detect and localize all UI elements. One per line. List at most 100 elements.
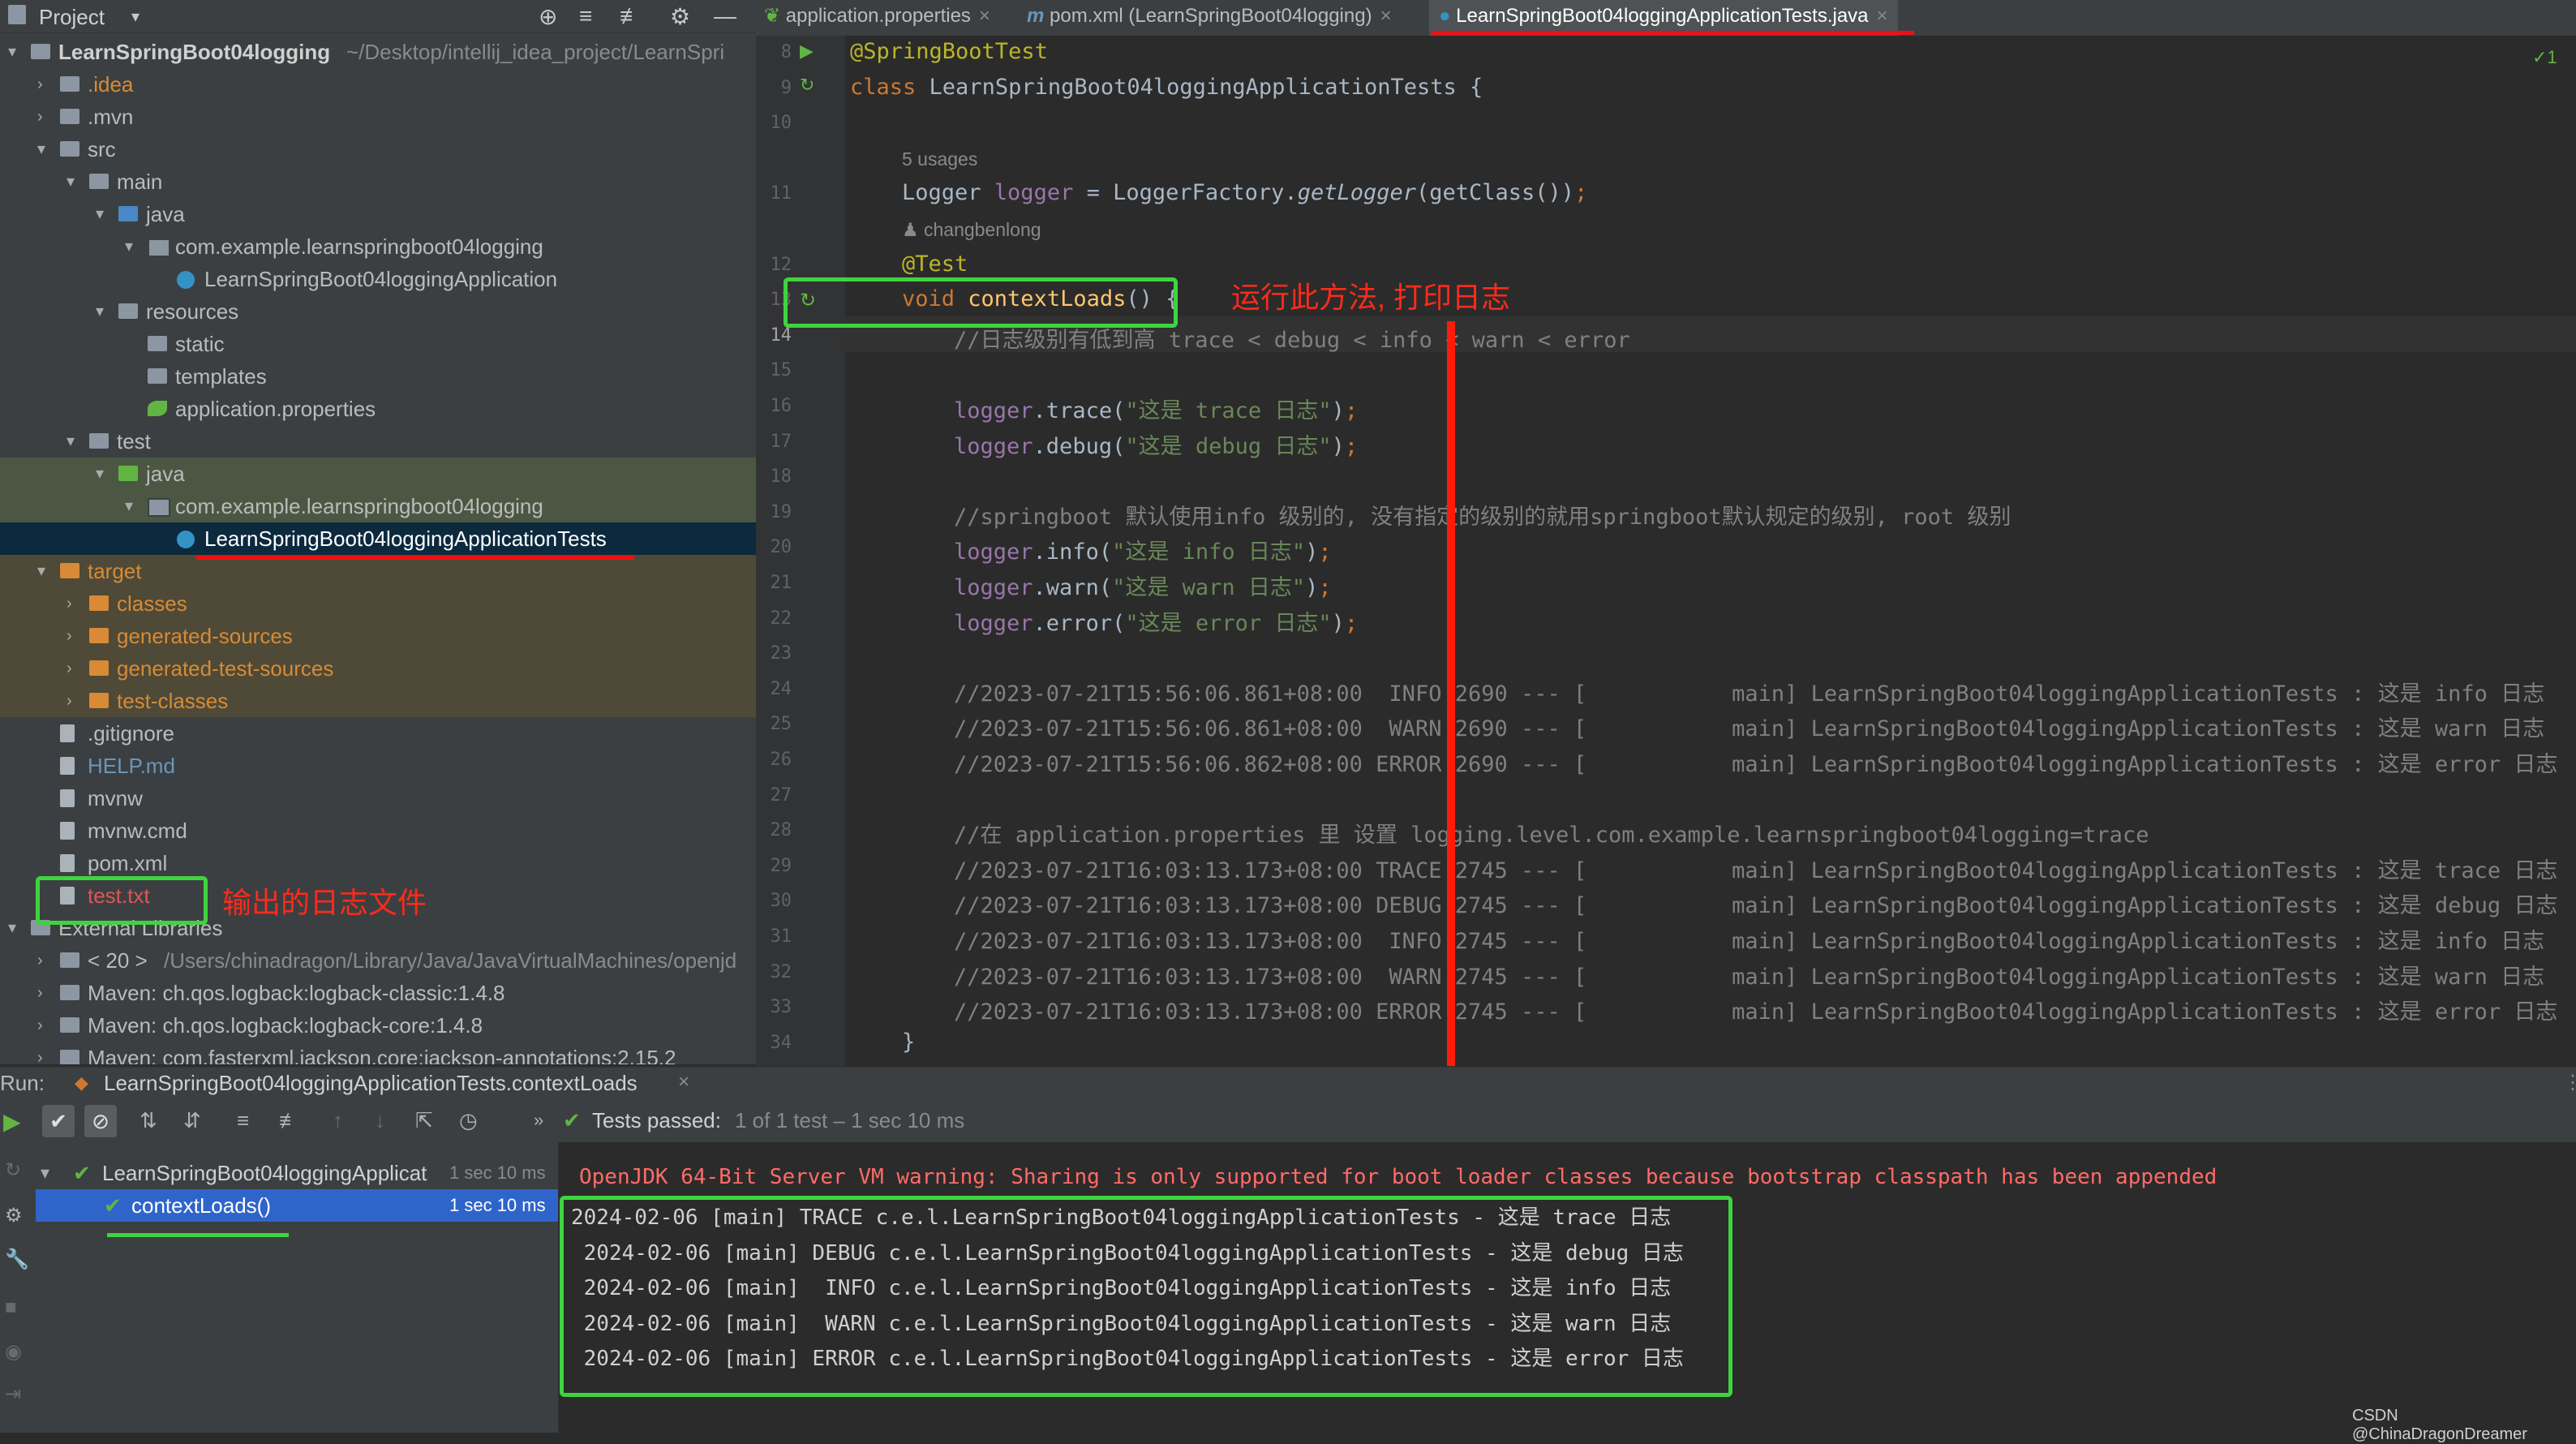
tree-item[interactable]: ▾ java <box>0 458 756 490</box>
chevron-right-icon[interactable]: › <box>37 977 43 1009</box>
tree-item[interactable]: ▾ LearnSpringBoot04logging ~/Desktop/intel… <box>0 36 756 68</box>
tree-item[interactable]: .gitignore <box>0 717 756 750</box>
more-icon[interactable]: » <box>534 1110 543 1131</box>
gear-icon[interactable]: ⚙ <box>670 3 690 30</box>
sort-duration-icon[interactable]: ⇵ <box>183 1108 201 1133</box>
tree-item[interactable]: › Maven: ch.qos.logback:logback-classic:1… <box>0 977 756 1009</box>
run-gutter-icon[interactable]: ▶ <box>800 41 814 62</box>
close-icon[interactable]: × <box>979 5 990 27</box>
chevron-right-icon[interactable]: › <box>67 620 72 652</box>
tree-item[interactable]: › test-classes <box>0 685 756 717</box>
chevron-down-icon[interactable]: ▾ <box>125 230 133 263</box>
tab-pom-xml[interactable]: m pom.xml (LearnSpringBoot04logging) × <box>1027 0 1392 36</box>
chevron-right-icon[interactable]: › <box>67 685 72 717</box>
chevron-right-icon[interactable]: › <box>67 587 72 620</box>
chevron-down-icon[interactable]: ▾ <box>8 912 16 944</box>
tree-item[interactable]: ▾ resources <box>0 295 756 328</box>
sort-alpha-icon[interactable]: ⇅ <box>140 1108 157 1133</box>
tree-item[interactable]: › Maven: ch.qos.logback:logback-core:1.4.… <box>0 1009 756 1042</box>
chevron-down-icon[interactable]: ▾ <box>67 165 75 198</box>
chevron-right-icon[interactable]: › <box>37 1042 43 1064</box>
tree-item-label: test <box>117 429 151 453</box>
tree-item[interactable]: pom.xml <box>0 847 756 879</box>
settings-icon[interactable]: ⚙ <box>5 1204 23 1227</box>
tree-item[interactable]: ▾ java <box>0 198 756 230</box>
run-toolbar: ▶ ✔ ⊘ ⇅ ⇵ ≡ ≢ ↑ ↓ ⇱ ◷ » ✔ Tests passed: … <box>0 1102 2576 1142</box>
code-token: logger <box>954 575 1033 600</box>
close-icon[interactable]: × <box>678 1071 689 1094</box>
tree-item[interactable]: LearnSpringBoot04loggingApplication <box>0 263 756 295</box>
chevron-down-icon[interactable]: ▾ <box>131 6 140 27</box>
tab-application-properties[interactable]: ❦ application.properties × <box>764 0 990 36</box>
code-line: @SpringBootTest <box>850 39 1048 64</box>
tree-item[interactable]: ▾ com.example.learnspringboot04logging <box>0 230 756 263</box>
tree-item-label: pom.xml <box>88 851 168 875</box>
camera-icon[interactable]: ◉ <box>5 1340 22 1364</box>
tree-item[interactable]: templates <box>0 360 756 393</box>
chevron-right-icon[interactable]: › <box>67 652 72 685</box>
tree-item[interactable]: ▾ main <box>0 165 756 198</box>
exit-icon[interactable]: ⇥ <box>5 1382 21 1406</box>
project-panel-title[interactable]: Project <box>39 5 105 30</box>
chevron-down-icon[interactable]: ▾ <box>96 458 104 490</box>
locate-icon[interactable]: ⊕ <box>539 3 557 30</box>
inspection-badge[interactable]: ✓1 <box>2532 47 2557 68</box>
test-suite-row[interactable]: ▾ ✔ LearnSpringBoot04loggingApplicat 1 s… <box>36 1157 558 1189</box>
tree-item[interactable]: › < 20 > /Users/chinadragon/Library/Java/J… <box>0 944 756 977</box>
tree-item[interactable]: › .idea <box>0 68 756 101</box>
tree-item[interactable]: mvnw.cmd <box>0 814 756 847</box>
tree-item[interactable]: ▾ test <box>0 425 756 458</box>
export-icon[interactable]: ⇱ <box>415 1108 433 1133</box>
test-method-row[interactable]: ✔ contextLoads() 1 sec 10 ms <box>36 1189 558 1222</box>
tree-item[interactable]: static <box>0 328 756 360</box>
tree-item[interactable]: ▾ src <box>0 133 756 165</box>
more-icon[interactable]: ⋮ <box>2563 1071 2576 1094</box>
chevron-right-icon[interactable]: › <box>37 68 43 101</box>
tree-item[interactable]: mvnw <box>0 782 756 814</box>
chevron-down-icon[interactable]: ▾ <box>37 133 45 165</box>
expand-all-icon[interactable]: ≡ <box>579 3 592 29</box>
tree-item[interactable]: ▾ target <box>0 555 756 587</box>
folder-icon <box>148 336 167 351</box>
code-vision-hint[interactable]: 5 usages <box>902 148 977 170</box>
tree-item[interactable]: › generated-test-sources <box>0 652 756 685</box>
close-icon[interactable]: × <box>1877 5 1888 27</box>
project-panel-header: Project ▾ ⊕ ≡ ≢ ⚙ — <box>0 0 756 33</box>
tree-item[interactable]: › .mvn <box>0 101 756 133</box>
history-icon[interactable]: ◷ <box>459 1108 478 1133</box>
show-passed-icon[interactable]: ✔ <box>42 1105 75 1137</box>
chevron-down-icon[interactable]: ▾ <box>8 36 16 68</box>
chevron-down-icon[interactable]: ▾ <box>67 425 75 458</box>
collapse-all-icon[interactable]: ≢ <box>620 3 642 29</box>
debug-icon[interactable]: ↻ <box>5 1158 21 1182</box>
tree-item[interactable]: HELP.md <box>0 750 756 782</box>
tree-item[interactable]: › classes <box>0 587 756 620</box>
next-test-icon[interactable]: ↓ <box>375 1108 385 1133</box>
run-config-tab[interactable]: LearnSpringBoot04loggingApplicationTests… <box>104 1071 638 1096</box>
tree-item[interactable]: › Maven: com.fasterxml.jackson.core:jacks… <box>0 1042 756 1064</box>
show-ignored-icon[interactable]: ⊘ <box>84 1105 117 1137</box>
tree-item[interactable]: LearnSpringBoot04loggingApplicationTests <box>0 522 756 555</box>
hide-panel-icon[interactable]: — <box>714 3 736 29</box>
chevron-down-icon[interactable]: ▾ <box>125 490 133 522</box>
chevron-down-icon[interactable]: ▾ <box>41 1157 49 1189</box>
run-gutter-icon[interactable]: ↻ <box>800 75 814 96</box>
chevron-down-icon[interactable]: ▾ <box>96 295 104 328</box>
wrench-icon[interactable]: 🔧 <box>5 1248 29 1271</box>
chevron-down-icon[interactable]: ▾ <box>37 555 45 587</box>
code-vision-hint[interactable]: ♟ changbenlong <box>902 219 1041 241</box>
tree-item[interactable]: › generated-sources <box>0 620 756 652</box>
previous-test-icon[interactable]: ↑ <box>333 1108 343 1133</box>
chevron-right-icon[interactable]: › <box>37 101 43 133</box>
close-icon[interactable]: × <box>1380 5 1392 27</box>
chevron-right-icon[interactable]: › <box>37 1009 43 1042</box>
rerun-icon[interactable]: ▶ <box>3 1108 21 1135</box>
stop-icon[interactable]: ■ <box>5 1296 17 1319</box>
expand-all-icon[interactable]: ≡ <box>237 1108 249 1133</box>
collapse-all-icon[interactable]: ≢ <box>279 1108 300 1133</box>
code-token: .info( <box>1033 539 1113 565</box>
chevron-right-icon[interactable]: › <box>37 944 43 977</box>
tree-item[interactable]: application.properties <box>0 393 756 425</box>
tree-item[interactable]: ▾ com.example.learnspringboot04logging <box>0 490 756 522</box>
chevron-down-icon[interactable]: ▾ <box>96 198 104 230</box>
